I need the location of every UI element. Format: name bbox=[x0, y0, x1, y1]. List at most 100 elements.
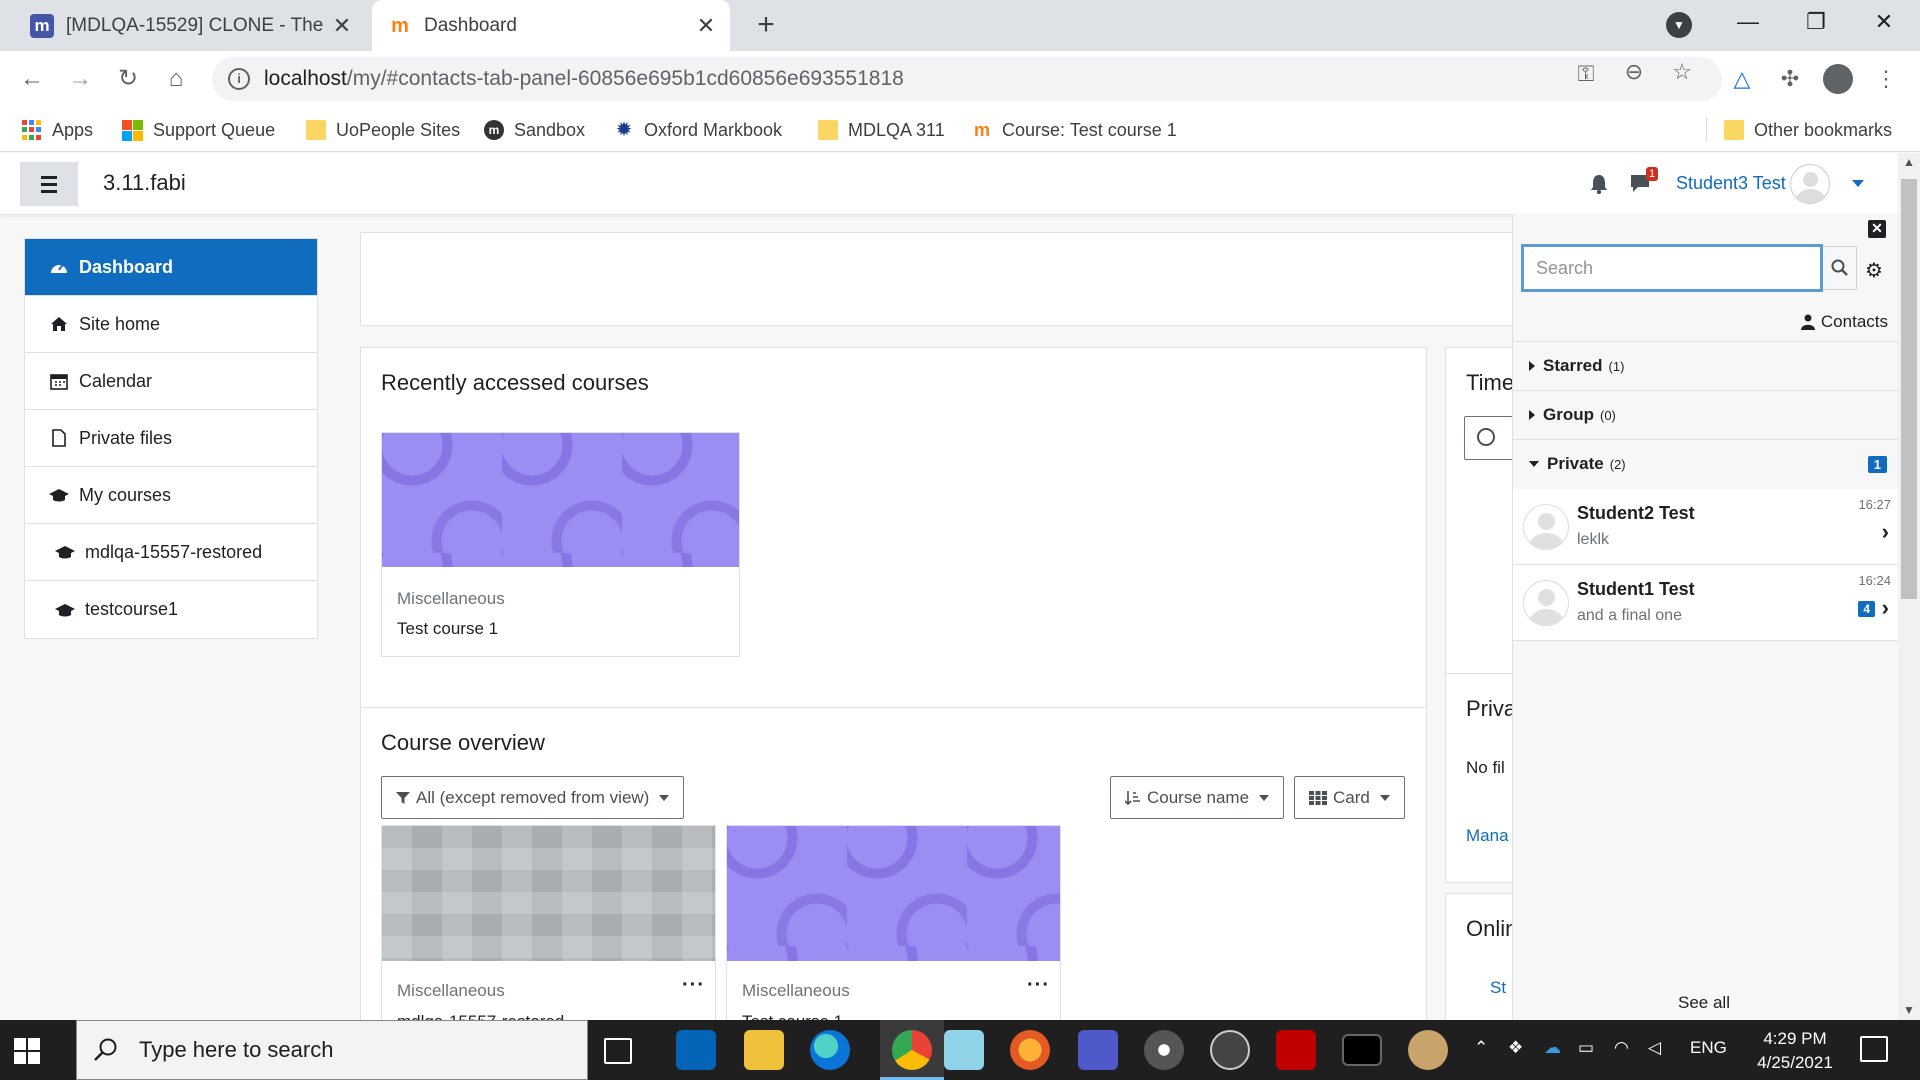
course-actions-menu[interactable]: ··· bbox=[682, 974, 705, 997]
message-search-input[interactable] bbox=[1521, 244, 1823, 292]
user-menu-name[interactable]: Student3 Test bbox=[1676, 173, 1786, 194]
dropbox-icon[interactable]: ❖ bbox=[1508, 1038, 1523, 1058]
restore-button[interactable]: ❐ bbox=[1782, 0, 1850, 44]
course-name-link[interactable]: Test course 1 bbox=[397, 619, 498, 639]
paint-icon[interactable] bbox=[1408, 1030, 1448, 1070]
bookmark-other-bookmarks[interactable]: Other bookmarks bbox=[1724, 108, 1892, 152]
notepad-icon[interactable] bbox=[944, 1030, 984, 1070]
bookmark-course-test-course-1[interactable]: m Course: Test course 1 bbox=[972, 108, 1177, 152]
media-player-icon[interactable] bbox=[1144, 1030, 1184, 1070]
recent-course-card[interactable]: Miscellaneous Test course 1 bbox=[381, 432, 740, 657]
hamburger-menu-button[interactable] bbox=[20, 162, 78, 206]
bookmark-star-icon[interactable]: ☆ bbox=[1666, 59, 1698, 85]
nav-item-my-courses[interactable]: My courses bbox=[25, 467, 317, 524]
course-name-link[interactable]: Test course 1 bbox=[742, 1012, 843, 1020]
nav-item-dashboard[interactable]: Dashboard bbox=[25, 239, 317, 296]
course-image[interactable] bbox=[727, 826, 1060, 961]
new-tab-button[interactable]: + bbox=[748, 8, 784, 42]
section-starred[interactable]: Starred (1) bbox=[1513, 341, 1898, 390]
filezilla-icon[interactable] bbox=[1276, 1030, 1316, 1070]
see-all-link[interactable]: See all bbox=[1678, 993, 1730, 1013]
bookmark-apps[interactable]: Apps bbox=[22, 108, 93, 152]
zoom-icon[interactable]: ⊖ bbox=[1618, 59, 1650, 85]
conversation-item[interactable]: Student1 Test and a final one 16:24 4 › bbox=[1513, 565, 1898, 641]
taskbar-clock[interactable]: 4:29 PM 4/25/2021 bbox=[1740, 1027, 1850, 1075]
tray-overflow-icon[interactable]: ⌃ bbox=[1474, 1038, 1488, 1058]
bookmark-uopeople-sites[interactable]: UoPeople Sites bbox=[306, 108, 460, 152]
address-bar[interactable]: i localhost/my/#contacts-tab-panel-60856… bbox=[212, 57, 1722, 101]
browser-tab-mdlqa[interactable]: m [MDLQA-15529] CLONE - The nu ✕ bbox=[14, 0, 366, 51]
tab-search-icon[interactable]: ▼ bbox=[1666, 12, 1692, 38]
site-info-icon[interactable]: i bbox=[228, 68, 250, 90]
nav-item-course-testcourse1[interactable]: testcourse1 bbox=[25, 581, 317, 638]
wifi-icon[interactable]: ◠ bbox=[1614, 1038, 1629, 1058]
course-filter-dropdown[interactable]: All (except removed from view) bbox=[381, 776, 685, 819]
course-image[interactable] bbox=[382, 433, 739, 567]
user-avatar[interactable] bbox=[1790, 164, 1830, 204]
outlook-icon[interactable] bbox=[676, 1030, 716, 1070]
scrollbar-thumb[interactable] bbox=[1901, 179, 1917, 599]
chrome-icon[interactable] bbox=[892, 1030, 932, 1070]
teams-icon[interactable] bbox=[1078, 1030, 1118, 1070]
apps-grid-icon bbox=[22, 120, 42, 140]
section-private[interactable]: Private (2) 1 bbox=[1513, 439, 1898, 488]
chevron-right-icon: › bbox=[1881, 595, 1889, 620]
settings-gear-icon[interactable]: ⚙ bbox=[1865, 258, 1883, 283]
edge-icon[interactable] bbox=[810, 1030, 850, 1070]
home-icon[interactable]: ⌂ bbox=[158, 61, 194, 97]
action-center-icon[interactable] bbox=[1860, 1036, 1888, 1062]
course-actions-menu[interactable]: ··· bbox=[1027, 974, 1050, 997]
close-tab-icon[interactable]: ✕ bbox=[692, 13, 720, 39]
caret-down-icon bbox=[1529, 461, 1539, 467]
forward-icon[interactable]: → bbox=[62, 61, 98, 97]
nav-item-calendar[interactable]: Calendar bbox=[25, 353, 317, 410]
back-icon[interactable]: ← bbox=[14, 61, 50, 97]
close-window-button[interactable]: ✕ bbox=[1850, 0, 1918, 44]
browser-tab-dashboard[interactable]: m Dashboard ✕ bbox=[372, 0, 730, 51]
close-drawer-icon[interactable]: ✕ bbox=[1868, 220, 1886, 238]
bookmark-mdlqa-311[interactable]: MDLQA 311 bbox=[818, 108, 945, 152]
course-sort-dropdown[interactable]: Course name bbox=[1110, 776, 1285, 819]
minimize-button[interactable]: — bbox=[1714, 0, 1782, 44]
bookmark-sandbox[interactable]: m Sandbox bbox=[484, 108, 585, 152]
search-button[interactable] bbox=[1823, 246, 1857, 290]
bookmark-support-queue[interactable]: Support Queue bbox=[122, 108, 275, 152]
extensions-icon[interactable]: ✣ bbox=[1772, 61, 1808, 97]
bookmark-oxford-markbook[interactable]: ✹ Oxford Markbook bbox=[614, 108, 782, 152]
conversation-item[interactable]: Student2 Test leklk 16:27 › bbox=[1513, 489, 1898, 565]
file-explorer-icon[interactable] bbox=[744, 1030, 784, 1070]
scroll-up-icon[interactable]: ▲ bbox=[1898, 155, 1920, 169]
taskbar-search-box[interactable]: Type here to search bbox=[76, 1020, 588, 1080]
vpn-lock-icon[interactable] bbox=[1210, 1030, 1250, 1070]
course-card[interactable]: Miscellaneous ··· mdlqa-15557-restored bbox=[381, 825, 716, 1020]
profile-avatar-icon[interactable] bbox=[1820, 61, 1856, 97]
extension-drive-icon[interactable]: △ bbox=[1724, 61, 1760, 97]
nav-item-private-files[interactable]: Private files bbox=[25, 410, 317, 467]
page-scrollbar[interactable]: ▲ ▼ bbox=[1898, 153, 1920, 1020]
course-card[interactable]: Miscellaneous ··· Test course 1 bbox=[726, 825, 1061, 1020]
notification-bell-icon[interactable] bbox=[1588, 173, 1610, 195]
language-indicator[interactable]: ENG bbox=[1690, 1038, 1727, 1058]
user-menu-caret-icon[interactable] bbox=[1852, 180, 1864, 187]
scroll-down-icon[interactable]: ▼ bbox=[1898, 1003, 1920, 1017]
battery-icon[interactable]: ▭ bbox=[1578, 1038, 1594, 1058]
contacts-link[interactable]: Contacts bbox=[1800, 312, 1888, 332]
course-image[interactable] bbox=[382, 826, 715, 961]
onedrive-icon[interactable]: ☁ bbox=[1544, 1038, 1561, 1058]
reload-icon[interactable]: ↻ bbox=[110, 61, 146, 97]
task-view-icon[interactable] bbox=[604, 1038, 632, 1064]
bookmarks-bar: Apps Support Queue UoPeople Sites m Sand… bbox=[0, 108, 1920, 152]
course-view-dropdown[interactable]: Card bbox=[1294, 776, 1405, 819]
chrome-menu-icon[interactable]: ⋮ bbox=[1868, 61, 1904, 97]
firefox-icon[interactable] bbox=[1010, 1030, 1050, 1070]
course-name-link[interactable]: mdlqa-15557-restored bbox=[397, 1012, 564, 1020]
key-icon[interactable]: ⚿ bbox=[1570, 61, 1602, 87]
site-name[interactable]: 3.11.fabi bbox=[103, 170, 186, 196]
terminal-icon[interactable] bbox=[1342, 1034, 1382, 1066]
volume-icon[interactable]: ◁ bbox=[1648, 1038, 1661, 1058]
nav-item-site-home[interactable]: Site home bbox=[25, 296, 317, 353]
section-group[interactable]: Group (0) bbox=[1513, 390, 1898, 439]
windows-start-icon[interactable] bbox=[14, 1038, 40, 1064]
close-tab-icon[interactable]: ✕ bbox=[328, 13, 356, 39]
nav-item-course-mdlqa-15557-restored[interactable]: mdlqa-15557-restored bbox=[25, 524, 317, 581]
